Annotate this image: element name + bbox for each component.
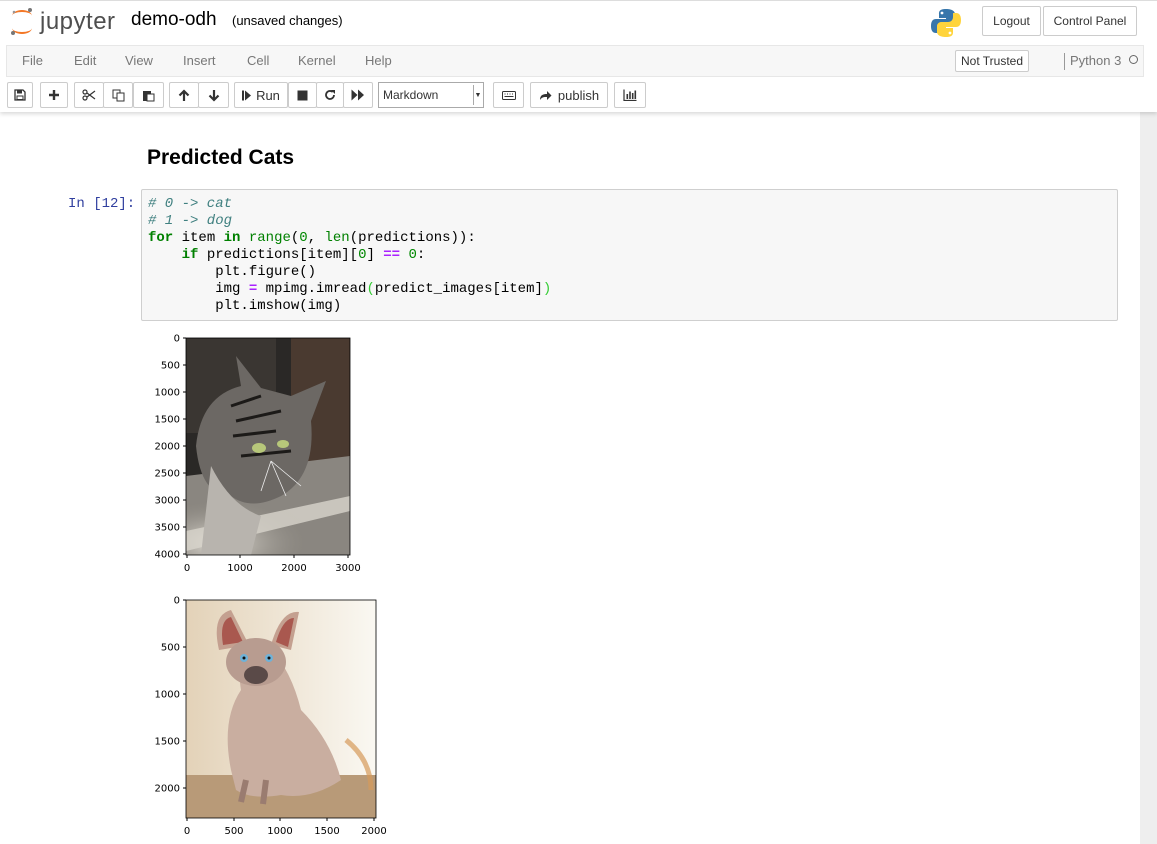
chart-button[interactable]	[614, 82, 646, 108]
y-tick-label: 3000	[155, 496, 180, 507]
run-button[interactable]: Run	[234, 82, 288, 108]
notebook-name[interactable]: demo-odh	[131, 9, 217, 31]
stop-icon	[297, 90, 308, 100]
logout-button[interactable]: Logout	[982, 6, 1041, 36]
code-comment: # 0 -> cat	[148, 196, 233, 212]
y-tick-label: 2000	[155, 784, 180, 795]
copy-icon	[112, 89, 124, 101]
x-tick-label: 2000	[361, 826, 386, 837]
run-label: Run	[256, 87, 280, 103]
jupyter-logo[interactable]: jupyter	[9, 7, 116, 37]
kernel-name[interactable]: Python 3	[1070, 53, 1121, 68]
x-tick-label: 0	[184, 563, 190, 574]
x-axis: 0 1000 2000 3000	[184, 555, 361, 574]
save-status: (unsaved changes)	[232, 13, 343, 28]
markdown-heading[interactable]: Predicted Cats	[147, 146, 294, 170]
menu-edit[interactable]: Edit	[74, 53, 96, 68]
paste-button[interactable]	[133, 82, 164, 108]
save-button[interactable]	[7, 82, 33, 108]
plus-icon	[49, 90, 59, 100]
toolbar: Run Markdown ▼ publish	[0, 80, 1157, 110]
notebook-site: Predicted Cats In [12]: # 0 -> cat # 1 -…	[0, 112, 1157, 844]
y-tick-label: 1500	[155, 737, 180, 748]
sphynx-cat-photo	[186, 600, 376, 818]
y-tick-label: 1500	[155, 415, 180, 426]
step-forward-icon	[242, 90, 252, 100]
menu-view[interactable]: View	[125, 53, 153, 68]
x-tick-label: 1000	[227, 563, 252, 574]
output-image-plot-2: 0 500 1000 1500 2000 0 500 1000 1500 200…	[155, 596, 387, 838]
keyboard-icon	[501, 90, 516, 100]
kernel-idle-icon	[1129, 55, 1138, 64]
y-tick-label: 1000	[155, 690, 180, 701]
y-tick-label: 2000	[155, 442, 180, 453]
page-scrollbar[interactable]	[1140, 112, 1157, 844]
cell-prompt: In [12]:	[68, 196, 136, 212]
y-axis: 0 500 1000 1500 2000 2500 3000 3500 4000	[155, 334, 186, 561]
cut-button[interactable]	[74, 82, 104, 108]
arrow-up-icon	[178, 88, 190, 101]
menu-cell[interactable]: Cell	[247, 53, 269, 68]
move-down-button[interactable]	[198, 82, 229, 108]
command-palette-button[interactable]	[493, 82, 524, 108]
menu-kernel[interactable]: Kernel	[298, 53, 336, 68]
copy-button[interactable]	[103, 82, 133, 108]
x-tick-label: 3000	[335, 563, 360, 574]
menu-help[interactable]: Help	[365, 53, 392, 68]
insert-cell-button[interactable]	[40, 82, 68, 108]
x-axis: 0 500 1000 1500 2000	[184, 818, 387, 837]
top-bar: jupyter demo-odh (unsaved changes) Logou…	[0, 0, 1157, 45]
code-editor[interactable]: # 0 -> cat # 1 -> dog for item in range(…	[148, 196, 551, 315]
x-tick-label: 0	[184, 826, 190, 837]
fast-forward-icon	[351, 89, 364, 101]
y-tick-label: 500	[161, 643, 180, 654]
menubar: File Edit View Insert Cell Kernel Help N…	[6, 45, 1144, 77]
jupyter-logo-icon	[11, 8, 32, 35]
cell-type-select[interactable]: Markdown ▼	[378, 82, 484, 108]
cut-icon	[82, 89, 96, 101]
y-tick-label: 1000	[155, 388, 180, 399]
y-tick-label: 4000	[155, 550, 180, 561]
not-trusted-button[interactable]: Not Trusted	[955, 50, 1030, 72]
control-panel-button[interactable]: Control Panel	[1043, 6, 1137, 36]
interrupt-button[interactable]	[288, 82, 317, 108]
code-cell-input[interactable]: # 0 -> cat # 1 -> dog for item in range(…	[141, 189, 1118, 321]
chevron-down-icon: ▼	[473, 85, 482, 105]
header: jupyter demo-odh (unsaved changes) Logou…	[0, 0, 1157, 112]
notebook-page: Predicted Cats In [12]: # 0 -> cat # 1 -…	[0, 112, 1140, 844]
move-up-button[interactable]	[169, 82, 199, 108]
y-tick-label: 3500	[155, 523, 180, 534]
publish-label: publish	[557, 87, 600, 103]
menu-file[interactable]: File	[22, 53, 43, 68]
y-tick-label: 2500	[155, 469, 180, 480]
cell-type-value: Markdown	[383, 88, 439, 102]
x-tick-label: 1000	[267, 826, 292, 837]
x-tick-label: 1500	[314, 826, 339, 837]
code-comment: # 1 -> dog	[148, 213, 233, 229]
y-tick-label: 0	[174, 596, 180, 607]
y-tick-label: 500	[161, 361, 180, 372]
save-icon	[14, 89, 26, 101]
refresh-icon	[325, 90, 335, 100]
jupyter-logo-text: jupyter	[40, 8, 116, 35]
python-logo-icon	[931, 9, 961, 37]
x-tick-label: 2000	[281, 563, 306, 574]
kernel-separator	[1064, 53, 1065, 70]
paste-icon	[143, 90, 155, 101]
menu-insert[interactable]: Insert	[183, 53, 216, 68]
y-axis: 0 500 1000 1500 2000	[155, 596, 186, 795]
x-tick-label: 500	[224, 826, 243, 837]
output-image-plot-1: 0 500 1000 1500 2000 2500 3000 3500 4000…	[155, 334, 361, 575]
arrow-down-icon	[208, 89, 219, 102]
tabby-cat-photo	[186, 338, 350, 555]
bar-chart-icon	[623, 89, 637, 101]
y-tick-label: 0	[174, 334, 180, 345]
restart-run-all-button[interactable]	[343, 82, 373, 108]
publish-button[interactable]: publish	[530, 82, 608, 108]
restart-button[interactable]	[316, 82, 344, 108]
share-icon	[539, 90, 552, 100]
